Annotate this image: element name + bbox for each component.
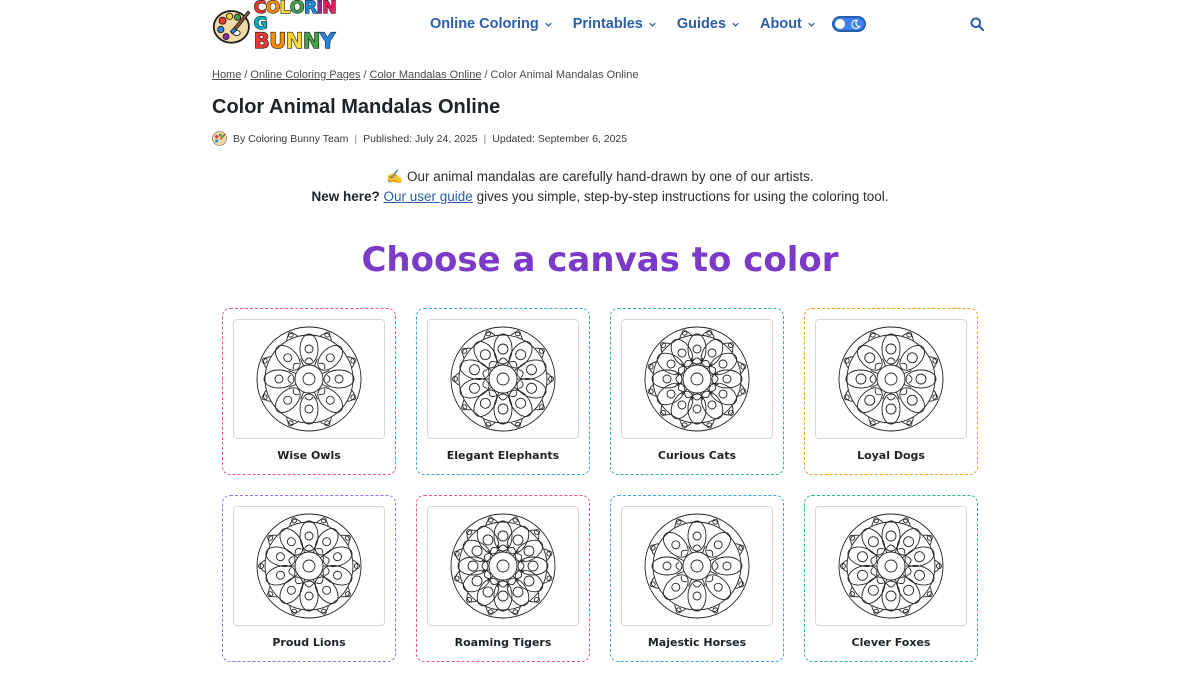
canvas-card[interactable]: Curious Cats [610,308,784,475]
toggle-knob [834,19,845,29]
moon-icon [851,19,861,29]
canvas-label: Curious Cats [657,449,737,462]
canvas-thumbnail[interactable] [233,319,385,439]
search-icon[interactable] [970,17,984,31]
intro-line-2: New here? Our user guide gives you simpl… [212,189,988,204]
intro-text: Our animal mandalas are carefully hand-d… [406,169,814,184]
logo-letter: N [285,29,304,54]
palette-icon [212,10,251,44]
canvas-label: Proud Lions [272,636,346,649]
breadcrumb-separator: / [484,69,488,81]
logo-letter: N [322,0,337,18]
canvas-thumbnail[interactable] [815,506,967,626]
canvas-thumbnail[interactable] [427,319,579,439]
breadcrumb-separator: / [244,69,248,81]
chevron-down-icon [732,22,739,27]
canvas-card[interactable]: Loyal Dogs [804,308,978,475]
canvas-thumbnail[interactable] [427,506,579,626]
nav-guides[interactable]: Guides [677,16,740,32]
mandala-illustration [450,326,556,432]
logo-wordmark: COLORING BUNNY [253,0,338,54]
updated-date: Updated: September 6, 2025 [492,132,628,145]
nav-label: Printables [572,16,643,32]
mandala-illustration [644,326,750,432]
section-title: Choose a canvas to color [361,240,839,280]
canvas-label: Elegant Elephants [446,449,560,462]
writing-hand-icon: ✍️ [386,169,404,184]
canvas-card[interactable]: Proud Lions [222,495,396,662]
intro-line-1: ✍️ Our animal mandalas are carefully han… [212,169,988,185]
published-date: Published: July 24, 2025 [363,132,478,145]
canvas-label: Clever Foxes [851,636,931,649]
canvas-label: Wise Owls [277,449,341,462]
author-name[interactable]: By Coloring Bunny Team [233,133,348,145]
user-guide-link[interactable]: Our user guide [384,189,473,204]
dark-mode-toggle[interactable] [831,16,866,32]
canvas-thumbnail[interactable] [621,319,773,439]
breadcrumb-link-mandalas[interactable]: Color Mandalas Online [370,69,482,81]
canvas-card[interactable]: Roaming Tigers [416,495,590,662]
chevron-down-icon [649,22,656,27]
page-title: Color Animal Mandalas Online [212,96,501,118]
canvas-thumbnail[interactable] [621,506,773,626]
canvas-grid: Wise Owls Elegant Elephants Curious Cats Lo… [222,308,978,662]
mandala-illustration [644,513,750,619]
breadcrumb: Home / Online Coloring Pages / Color Mandala… [212,69,638,81]
intro-text-rest: gives you simple, step-by-step instructi… [476,189,889,204]
canvas-card[interactable]: Elegant Elephants [416,308,590,475]
mandala-illustration [256,326,362,432]
nav-about[interactable]: About [760,16,816,32]
mandala-illustration [838,513,944,619]
chevron-down-icon [545,22,552,27]
breadcrumb-link-online-coloring[interactable]: Online Coloring Pages [250,69,360,81]
main-nav: Online Coloring Printables Guides About [430,14,866,34]
logo-letter: Y [319,29,335,54]
site-logo[interactable]: COLORING BUNNY [212,0,338,52]
new-here-label: New here? [311,189,380,204]
logo-letter: O [265,0,281,18]
nav-label: Guides [676,16,727,32]
mandala-illustration [256,513,362,619]
canvas-label: Loyal Dogs [857,449,925,462]
nav-label: About [760,16,802,32]
meta-divider: | [483,132,487,145]
logo-letter: U [269,29,287,54]
logo-letter: N [302,29,321,54]
canvas-card[interactable]: Majestic Horses [610,495,784,662]
logo-letter: O [289,0,305,18]
logo-line-2: BUNNY [253,29,338,54]
chevron-down-icon [808,22,815,27]
nav-online-coloring[interactable]: Online Coloring [430,16,553,32]
logo-letter: L [279,0,291,18]
nav-printables[interactable]: Printables [573,16,657,32]
canvas-card[interactable]: Wise Owls [222,308,396,475]
canvas-thumbnail[interactable] [233,506,385,626]
canvas-label: Majestic Horses [647,636,747,649]
canvas-card[interactable]: Clever Foxes [804,495,978,662]
author-avatar [212,131,227,146]
logo-letter: B [253,29,270,54]
meta-divider: | [354,132,358,145]
canvas-thumbnail[interactable] [815,319,967,439]
mandala-illustration [838,326,944,432]
nav-label: Online Coloring [430,16,539,32]
canvas-label: Roaming Tigers [454,636,552,649]
logo-letter: R [303,0,317,18]
post-meta: By Coloring Bunny Team | Published: July… [212,131,627,146]
mandala-illustration [450,513,556,619]
breadcrumb-link-home[interactable]: Home [212,69,241,81]
logo-line-1: COLORING [253,0,338,33]
breadcrumb-separator: / [363,69,367,81]
breadcrumb-current: Color Animal Mandalas Online [490,69,639,81]
site-header: COLORING BUNNY Online Coloring Printable… [0,0,1200,52]
